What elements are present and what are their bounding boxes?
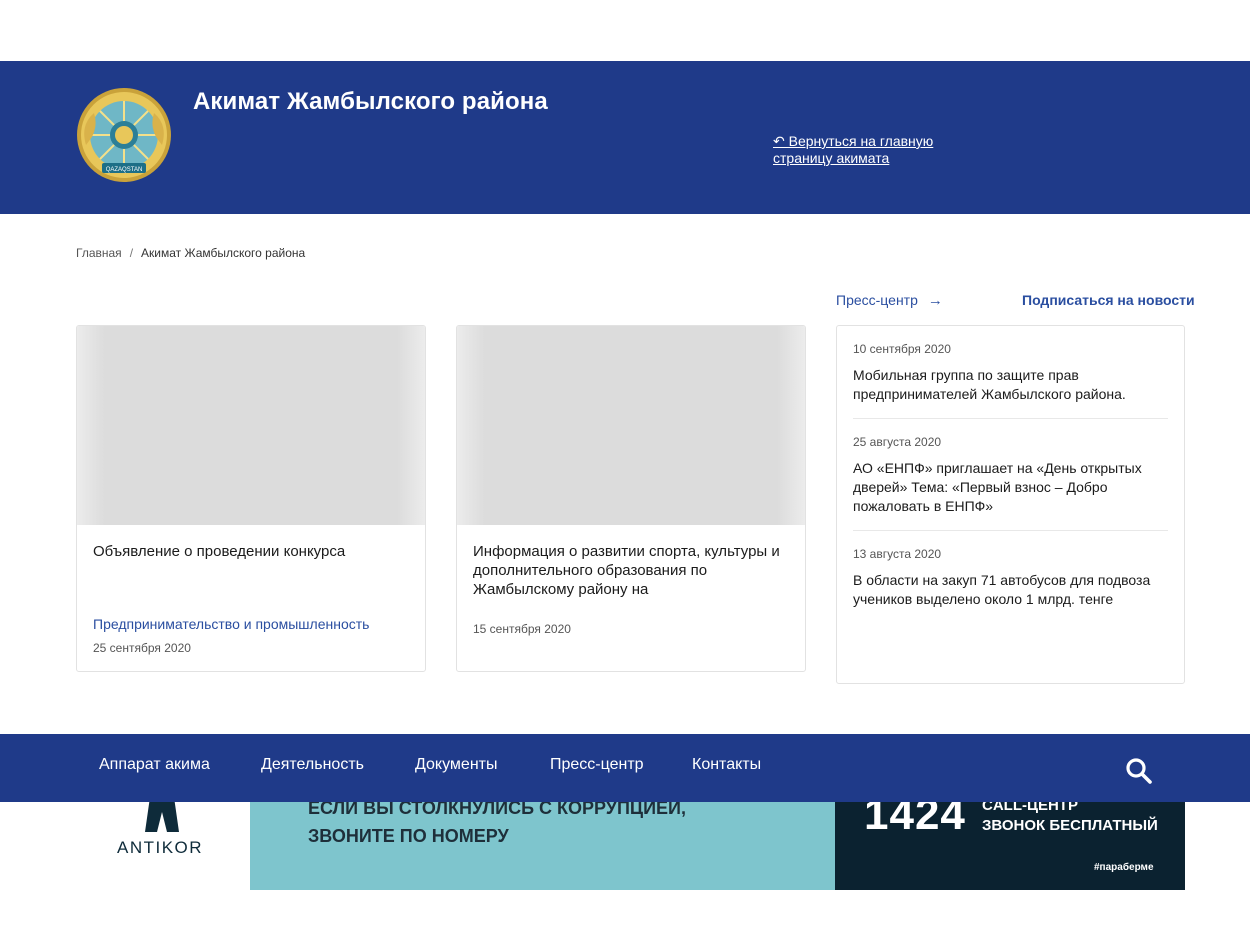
news-card[interactable]: Информация о развитии спорта, культуры и… bbox=[456, 325, 806, 672]
press-center-label: Пресс-центр bbox=[836, 292, 918, 308]
banner-hashtag: #параберме bbox=[1094, 862, 1154, 873]
news-card[interactable]: Объявление о проведении конкурса Предпри… bbox=[76, 325, 426, 672]
nav-item-press-center[interactable]: Пресс-центр bbox=[550, 756, 644, 774]
press-center-link[interactable]: Пресс-центр → bbox=[836, 292, 943, 309]
state-emblem-icon[interactable]: QAZAQSTAN bbox=[76, 85, 172, 185]
nav-item-contacts[interactable]: Контакты bbox=[692, 756, 761, 774]
news-list-item[interactable]: 25 августа 2020 АО «ЕНПФ» приглашает на … bbox=[853, 435, 1168, 516]
news-date: 13 августа 2020 bbox=[853, 547, 942, 561]
subscribe-news-link[interactable]: Подписаться на новости bbox=[1022, 292, 1195, 308]
arrow-right-icon: → bbox=[927, 292, 943, 309]
news-date: 10 сентября 2020 bbox=[853, 342, 951, 356]
banner-message-line2: ЗВОНИТЕ ПО НОМЕРУ bbox=[308, 826, 509, 846]
breadcrumb-current: Акимат Жамбылского района bbox=[141, 246, 306, 260]
divider bbox=[853, 418, 1168, 419]
card-image-placeholder[interactable] bbox=[457, 326, 805, 525]
nav-item-activity[interactable]: Деятельность bbox=[261, 756, 364, 774]
call-center-line2: ЗВОНОК БЕСПЛАТНЫЙ bbox=[982, 817, 1158, 834]
news-date: 25 августа 2020 bbox=[853, 435, 942, 449]
news-list-item[interactable]: 10 сентября 2020 Мобильная группа по защ… bbox=[853, 342, 1168, 404]
nav-item-apparatus[interactable]: Аппарат акима bbox=[99, 756, 210, 774]
card-date: 25 сентября 2020 bbox=[93, 641, 191, 655]
call-center-label: CALL-ЦЕНТР ЗВОНОК БЕСПЛАТНЫЙ bbox=[982, 796, 1158, 836]
breadcrumb-separator: / bbox=[129, 246, 134, 260]
page: QAZAQSTAN Акимат Жамбылского района ↶ Ве… bbox=[0, 0, 1250, 942]
card-category-link[interactable]: Предпринимательство и промышленность bbox=[93, 616, 369, 632]
search-icon[interactable] bbox=[1125, 757, 1153, 785]
divider bbox=[853, 530, 1168, 531]
card-title[interactable]: Объявление о проведении конкурса bbox=[93, 542, 413, 561]
banner-message: ЕСЛИ ВЫ СТОЛКНУЛИСЬ С КОРРУПЦИЕЙ, ЗВОНИТ… bbox=[308, 794, 686, 850]
news-list: 10 сентября 2020 Мобильная группа по защ… bbox=[836, 325, 1185, 684]
back-to-main-link[interactable]: ↶ Вернуться на главную страницу акимата bbox=[773, 133, 973, 167]
news-title[interactable]: Мобильная группа по защите прав предприн… bbox=[853, 366, 1168, 404]
news-title[interactable]: АО «ЕНПФ» приглашает на «День открытых д… bbox=[853, 459, 1168, 516]
card-title[interactable]: Информация о развитии спорта, культуры и… bbox=[473, 542, 793, 599]
news-list-item[interactable]: 13 августа 2020 В области на закуп 71 ав… bbox=[853, 547, 1168, 609]
site-title: Акимат Жамбылского района bbox=[193, 88, 548, 115]
site-header: QAZAQSTAN Акимат Жамбылского района ↶ Ве… bbox=[0, 61, 1250, 214]
breadcrumb: Главная / Акимат Жамбылского района bbox=[76, 246, 305, 260]
nav-item-documents[interactable]: Документы bbox=[415, 756, 497, 774]
card-image-placeholder[interactable] bbox=[77, 326, 425, 525]
news-title[interactable]: В области на закуп 71 автобусов для подв… bbox=[853, 571, 1168, 609]
breadcrumb-home[interactable]: Главная bbox=[76, 246, 122, 260]
card-date: 15 сентября 2020 bbox=[473, 622, 571, 636]
main-nav: Аппарат акима Деятельность Документы Пре… bbox=[0, 734, 1250, 802]
antikor-logo-text: ANTIKOR bbox=[117, 838, 204, 857]
emblem-text: QAZAQSTAN bbox=[106, 167, 143, 173]
